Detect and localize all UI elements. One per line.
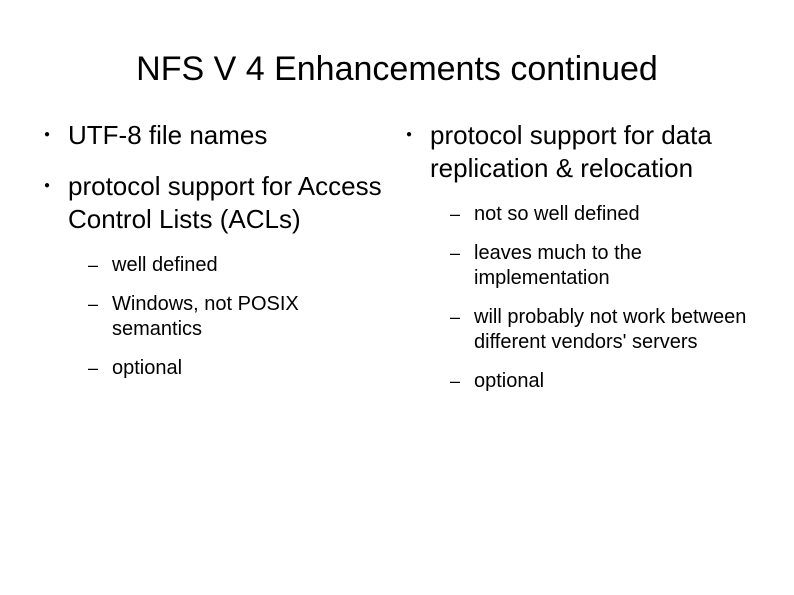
list-item: UTF-8 file names bbox=[40, 119, 392, 152]
sublist-item-text: leaves much to the implementation bbox=[474, 241, 754, 291]
sublist-item-text: will probably not work between different… bbox=[474, 305, 754, 355]
sublist-item-text: optional bbox=[474, 369, 544, 394]
bullet-icon bbox=[40, 119, 68, 152]
sublist-item: not so well defined bbox=[450, 202, 754, 227]
sublist-item: will probably not work between different… bbox=[450, 305, 754, 355]
list-item-text: protocol support for data replication & … bbox=[430, 119, 754, 184]
slide-title: NFS V 4 Enhancements continued bbox=[40, 50, 754, 89]
sublist-item: leaves much to the implementation bbox=[450, 241, 754, 291]
list-item: protocol support for Access Control List… bbox=[40, 170, 392, 235]
sublist-item-text: Windows, not POSIX semantics bbox=[112, 292, 392, 342]
left-column: UTF-8 file names protocol support for Ac… bbox=[40, 119, 392, 408]
bullet-icon bbox=[40, 170, 68, 203]
dash-icon bbox=[88, 356, 112, 380]
sublist-item: optional bbox=[450, 369, 754, 394]
list-item-text: UTF-8 file names bbox=[68, 119, 267, 152]
sublist-item-text: optional bbox=[112, 356, 182, 381]
dash-icon bbox=[450, 202, 474, 226]
slide: NFS V 4 Enhancements continued UTF-8 fil… bbox=[0, 0, 794, 595]
sublist-item: optional bbox=[88, 356, 392, 381]
dash-icon bbox=[450, 369, 474, 393]
dash-icon bbox=[450, 305, 474, 329]
sublist: well defined Windows, not POSIX semantic… bbox=[88, 253, 392, 381]
columns-container: UTF-8 file names protocol support for Ac… bbox=[40, 119, 754, 408]
right-column: protocol support for data replication & … bbox=[402, 119, 754, 408]
dash-icon bbox=[88, 292, 112, 316]
sublist-item-text: well defined bbox=[112, 253, 218, 278]
dash-icon bbox=[88, 253, 112, 277]
sublist-item-text: not so well defined bbox=[474, 202, 640, 227]
sublist-item: well defined bbox=[88, 253, 392, 278]
bullet-icon bbox=[402, 119, 430, 152]
sublist-item: Windows, not POSIX semantics bbox=[88, 292, 392, 342]
list-item-text: protocol support for Access Control List… bbox=[68, 170, 392, 235]
dash-icon bbox=[450, 241, 474, 265]
sublist: not so well defined leaves much to the i… bbox=[450, 202, 754, 394]
list-item: protocol support for data replication & … bbox=[402, 119, 754, 184]
